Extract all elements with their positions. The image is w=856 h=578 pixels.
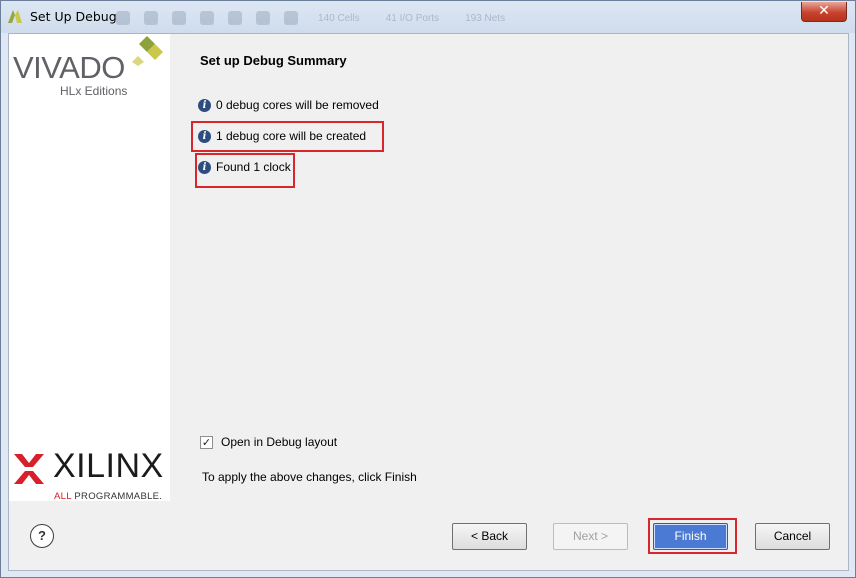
- highlight-box: [648, 518, 737, 554]
- highlight-box: [195, 153, 295, 188]
- open-debug-layout-checkbox[interactable]: ✓: [200, 435, 213, 449]
- button-bar: ? < Back Next > Finish Cancel: [9, 501, 848, 570]
- toolbar-icon: [228, 11, 242, 25]
- toolbar-nets-count: 193 Nets: [465, 12, 506, 24]
- help-button[interactable]: ?: [30, 524, 54, 548]
- toolbar-icon: [116, 11, 130, 25]
- xilinx-logo-mark: [14, 454, 44, 484]
- page-title: Set up Debug Summary: [200, 53, 347, 68]
- apply-instructions: To apply the above changes, click Finish: [202, 470, 417, 484]
- summary-panel: Set up Debug Summary i 0 debug cores wil…: [170, 34, 848, 501]
- info-icon: i: [198, 98, 211, 112]
- open-debug-layout-option[interactable]: ✓ Open in Debug layout: [200, 435, 337, 449]
- back-button[interactable]: < Back: [452, 523, 527, 550]
- vivado-logo-mark: [132, 36, 163, 66]
- info-text: 0 debug cores will be removed: [216, 98, 379, 112]
- toolbar-io-ports-count: 41 I/O Ports: [385, 12, 440, 24]
- toolbar-icon: [172, 11, 186, 25]
- title-bar[interactable]: Set Up Debug 140 Cells 41 I/O Ports 193 …: [1, 1, 855, 33]
- toolbar-icon: [200, 11, 214, 25]
- background-toolbar: 140 Cells 41 I/O Ports 193 Nets: [116, 9, 656, 27]
- next-button[interactable]: Next >: [553, 523, 628, 550]
- cancel-button[interactable]: Cancel: [755, 523, 830, 550]
- toolbar-icon: [256, 11, 270, 25]
- close-button[interactable]: ✕: [801, 2, 847, 22]
- toolbar-icon: [144, 11, 158, 25]
- branding-sidebar: VIVADO HLx Editions XILINX ALL PROGRAMMA…: [9, 34, 170, 502]
- highlight-box: [191, 121, 384, 152]
- xilinx-logo-text: XILINX: [53, 447, 164, 485]
- hlx-editions-text: HLx Editions: [60, 84, 128, 98]
- set-up-debug-dialog: Set Up Debug 140 Cells 41 I/O Ports 193 …: [0, 0, 856, 578]
- window-title: Set Up Debug: [30, 9, 117, 24]
- vivado-logo-text: VIVADO: [13, 50, 125, 85]
- toolbar-cells-count: 140 Cells: [318, 12, 360, 24]
- checkbox-label: Open in Debug layout: [221, 435, 338, 449]
- vivado-app-icon: [8, 10, 22, 23]
- info-row-cores-removed: i 0 debug cores will be removed: [198, 97, 379, 113]
- dialog-client-area: VIVADO HLx Editions XILINX ALL PROGRAMMA…: [8, 33, 849, 571]
- toolbar-icon: [284, 11, 298, 25]
